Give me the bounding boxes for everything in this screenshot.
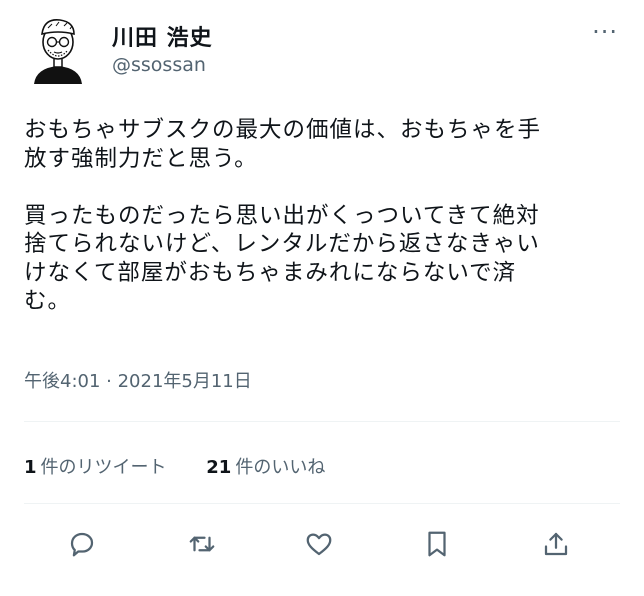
author-display-name[interactable]: 川田 浩史: [112, 20, 213, 52]
like-stat-label: 件のいいね: [235, 457, 326, 478]
share-icon: [544, 532, 568, 556]
divider: [24, 421, 620, 422]
share-button[interactable]: [534, 522, 578, 566]
reply-button[interactable]: [60, 522, 104, 566]
bookmark-icon: [428, 531, 446, 557]
retweet-stat-label: 件のリツイート: [40, 457, 167, 478]
tweet-body: おもちゃサブスクの最大の価値は、おもちゃを手 放す強制力だと思う。 買ったものだ…: [24, 116, 624, 316]
more-options-button[interactable]: ···: [592, 20, 618, 44]
bookmark-button[interactable]: [415, 522, 459, 566]
tweet-stats: 1 件のリツイート 21 件のいいね: [24, 453, 359, 479]
tweet-timestamp[interactable]: 午後4:01 · 2021年5月11日: [24, 367, 252, 393]
divider: [24, 503, 620, 504]
like-stat[interactable]: 21 件のいいね: [206, 457, 325, 478]
retweet-button[interactable]: [180, 522, 224, 566]
tweet-paragraph-1: おもちゃサブスクの最大の価値は、おもちゃを手 放す強制力だと思う。: [24, 117, 542, 172]
like-count: 21: [206, 457, 232, 478]
author-handle[interactable]: @ssossan: [112, 54, 206, 76]
heart-icon: [306, 533, 332, 556]
like-button[interactable]: [297, 522, 341, 566]
avatar[interactable]: [26, 12, 90, 84]
retweet-count: 1: [24, 457, 37, 478]
tweet-paragraph-2: 買ったものだったら思い出がくっついてきて絶対 捨てられないけど、レンタルだから返…: [24, 202, 540, 315]
reply-icon: [70, 532, 94, 557]
retweet-stat[interactable]: 1 件のリツイート: [24, 457, 167, 478]
action-bar: [0, 522, 644, 566]
retweet-icon: [189, 536, 215, 552]
